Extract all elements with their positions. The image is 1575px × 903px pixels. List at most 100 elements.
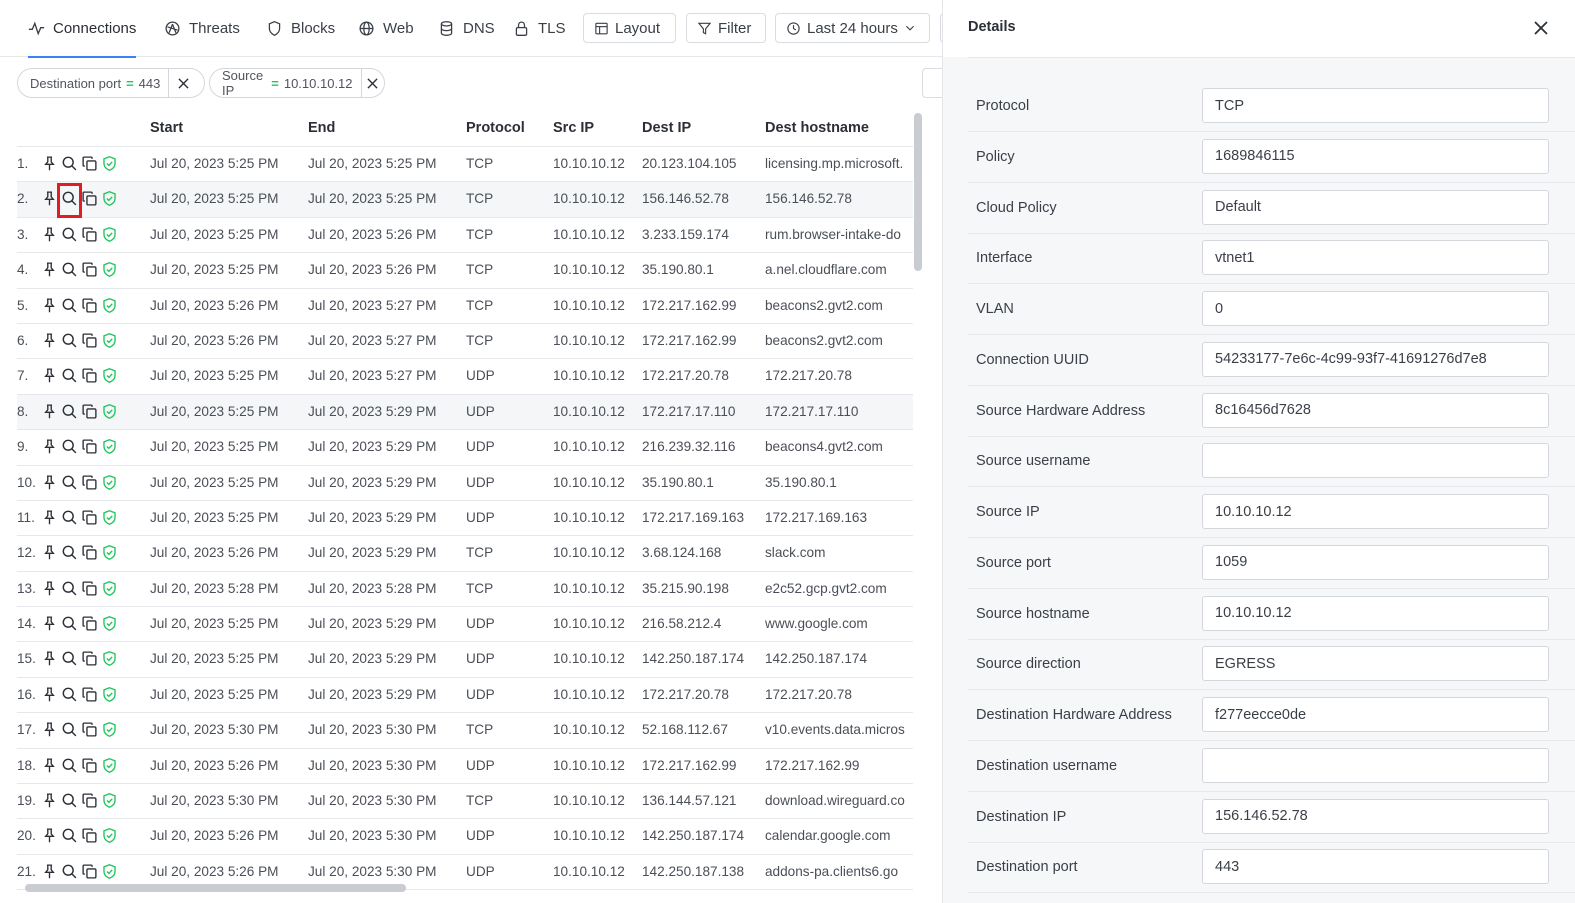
copy-icon[interactable] xyxy=(81,650,98,667)
copy-icon[interactable] xyxy=(81,686,98,703)
search-icon[interactable] xyxy=(61,615,78,632)
search-icon[interactable] xyxy=(61,261,78,278)
copy-icon[interactable] xyxy=(81,367,98,384)
search-icon[interactable] xyxy=(61,792,78,809)
search-icon[interactable] xyxy=(61,297,78,314)
pin-icon[interactable] xyxy=(41,863,58,880)
pin-icon[interactable] xyxy=(41,367,58,384)
search-icon[interactable] xyxy=(61,721,78,738)
table-row[interactable]: 8. Jul 20, 2023 5:25 PM Jul 20, 2023 5:29 … xyxy=(17,394,913,431)
search-icon[interactable] xyxy=(61,757,78,774)
pin-icon[interactable] xyxy=(41,474,58,491)
close-icon[interactable] xyxy=(1531,18,1551,38)
detail-value-field[interactable] xyxy=(1202,291,1549,326)
detail-value-field[interactable] xyxy=(1202,646,1549,682)
pin-icon[interactable] xyxy=(41,332,58,349)
pin-icon[interactable] xyxy=(41,650,58,667)
detail-value-field[interactable] xyxy=(1202,595,1549,631)
search-icon[interactable] xyxy=(61,367,78,384)
filter-chip-destination-port[interactable]: Destination port = 443 xyxy=(17,68,205,98)
table-row[interactable]: 1. Jul 20, 2023 5:25 PM Jul 20, 2023 5:25 … xyxy=(17,147,913,183)
tab-connections[interactable]: Connections xyxy=(28,0,137,58)
detail-value-field[interactable] xyxy=(1202,494,1549,529)
pin-icon[interactable] xyxy=(41,509,58,526)
tab-tls[interactable]: TLS xyxy=(513,0,566,57)
remove-filter-button[interactable] xyxy=(168,69,198,97)
search-icon[interactable] xyxy=(61,509,78,526)
table-row[interactable]: 16. Jul 20, 2023 5:25 PM Jul 20, 2023 5:29… xyxy=(17,678,913,714)
detail-value-field[interactable] xyxy=(1202,138,1549,174)
search-icon[interactable] xyxy=(61,438,78,455)
pin-icon[interactable] xyxy=(41,438,58,455)
pin-icon[interactable] xyxy=(41,757,58,774)
copy-icon[interactable] xyxy=(81,297,98,314)
remove-filter-button[interactable] xyxy=(360,69,384,97)
search-icon[interactable] xyxy=(61,226,78,243)
search-icon[interactable] xyxy=(61,155,78,172)
time-range-select[interactable]: Last 24 hours xyxy=(775,13,930,43)
copy-icon[interactable] xyxy=(81,827,98,844)
copy-icon[interactable] xyxy=(81,544,98,561)
table-row[interactable]: 12. Jul 20, 2023 5:26 PM Jul 20, 2023 5:29… xyxy=(17,536,913,572)
column-header-dest-ip[interactable]: Dest IP xyxy=(642,120,691,136)
pin-icon[interactable] xyxy=(41,297,58,314)
detail-value-field[interactable] xyxy=(1202,88,1549,123)
tab-threats[interactable]: Threats xyxy=(164,0,240,57)
detail-value-field[interactable] xyxy=(1202,697,1549,732)
detail-value-field[interactable] xyxy=(1202,240,1549,276)
table-row[interactable]: 15. Jul 20, 2023 5:25 PM Jul 20, 2023 5:29… xyxy=(17,642,913,678)
pin-icon[interactable] xyxy=(41,721,58,738)
detail-value-field[interactable] xyxy=(1202,798,1549,834)
copy-icon[interactable] xyxy=(81,615,98,632)
search-icon[interactable] xyxy=(61,863,78,880)
filter-button[interactable]: Filter xyxy=(686,13,766,43)
detail-value-field[interactable] xyxy=(1202,544,1549,580)
detail-value-field[interactable] xyxy=(1202,189,1549,225)
column-header-end[interactable]: End xyxy=(308,120,335,136)
pin-icon[interactable] xyxy=(41,403,58,420)
copy-icon[interactable] xyxy=(81,721,98,738)
search-icon[interactable] xyxy=(61,650,78,667)
table-row[interactable]: 7. Jul 20, 2023 5:25 PM Jul 20, 2023 5:27 … xyxy=(17,359,913,395)
pin-icon[interactable] xyxy=(41,615,58,632)
column-header-src-ip[interactable]: Src IP xyxy=(553,120,594,136)
search-icon[interactable] xyxy=(61,686,78,703)
table-row[interactable]: 14. Jul 20, 2023 5:25 PM Jul 20, 2023 5:29… xyxy=(17,607,913,643)
copy-icon[interactable] xyxy=(81,261,98,278)
layout-button[interactable]: Layout xyxy=(583,13,676,43)
copy-icon[interactable] xyxy=(81,190,98,207)
detail-value-field[interactable] xyxy=(1202,849,1549,885)
vertical-scrollbar[interactable] xyxy=(914,113,922,271)
search-icon[interactable] xyxy=(61,580,78,597)
copy-icon[interactable] xyxy=(81,155,98,172)
search-icon[interactable] xyxy=(61,474,78,491)
table-row[interactable]: 17. Jul 20, 2023 5:30 PM Jul 20, 2023 5:30… xyxy=(17,713,913,749)
table-row[interactable]: 3. Jul 20, 2023 5:25 PM Jul 20, 2023 5:26 … xyxy=(17,218,913,254)
pin-icon[interactable] xyxy=(41,792,58,809)
filter-chip-source-ip[interactable]: Source IP = 10.10.10.12 xyxy=(209,68,385,98)
detail-value-field[interactable] xyxy=(1202,443,1549,479)
search-icon[interactable] xyxy=(61,544,78,561)
table-row[interactable]: 6. Jul 20, 2023 5:26 PM Jul 20, 2023 5:27 … xyxy=(17,324,913,360)
table-row[interactable]: 2. Jul 20, 2023 5:25 PM Jul 20, 2023 5:25 … xyxy=(17,182,913,219)
table-row[interactable]: 18. Jul 20, 2023 5:26 PM Jul 20, 2023 5:30… xyxy=(17,749,913,785)
column-header-dest-hostname[interactable]: Dest hostname xyxy=(765,120,869,136)
pin-icon[interactable] xyxy=(41,827,58,844)
table-row[interactable]: 11. Jul 20, 2023 5:25 PM Jul 20, 2023 5:29… xyxy=(17,501,913,537)
table-row[interactable]: 20. Jul 20, 2023 5:26 PM Jul 20, 2023 5:30… xyxy=(17,819,913,855)
tab-web[interactable]: Web xyxy=(358,0,414,57)
column-header-start[interactable]: Start xyxy=(150,120,183,136)
copy-icon[interactable] xyxy=(81,438,98,455)
copy-icon[interactable] xyxy=(81,792,98,809)
tab-blocks[interactable]: Blocks xyxy=(266,0,335,57)
table-row[interactable]: 13. Jul 20, 2023 5:28 PM Jul 20, 2023 5:28… xyxy=(17,572,913,608)
search-icon[interactable] xyxy=(61,827,78,844)
copy-icon[interactable] xyxy=(81,509,98,526)
pin-icon[interactable] xyxy=(41,226,58,243)
copy-icon[interactable] xyxy=(81,863,98,880)
search-icon[interactable] xyxy=(61,403,78,420)
pin-icon[interactable] xyxy=(41,155,58,172)
table-row[interactable]: 9. Jul 20, 2023 5:25 PM Jul 20, 2023 5:29 … xyxy=(17,430,913,466)
table-row[interactable]: 4. Jul 20, 2023 5:25 PM Jul 20, 2023 5:26 … xyxy=(17,253,913,289)
copy-icon[interactable] xyxy=(81,580,98,597)
